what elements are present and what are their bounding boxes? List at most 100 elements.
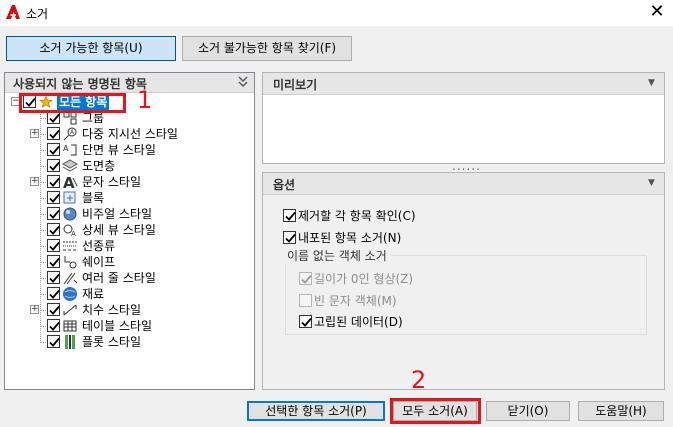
tree-item-checkbox[interactable]: [47, 239, 60, 252]
tree-panel-header: 사용되지 않는 명명된 항목: [5, 73, 254, 93]
tree-item-label: 도면층: [82, 159, 116, 173]
splitter-grip-icon: ......: [452, 159, 481, 173]
plot-style-icon: [62, 334, 78, 350]
autocad-logo-icon: [5, 4, 21, 20]
tree-panel-title: 사용되지 않는 명명된 항목: [13, 77, 147, 91]
material-globe-icon: [62, 286, 78, 302]
tree-item-checkbox[interactable]: [47, 255, 60, 268]
annotation-highlight-purge-all: [390, 398, 481, 424]
tree-item-checkbox[interactable]: [47, 223, 60, 236]
annotation-step-1: 1: [137, 86, 153, 114]
help-button[interactable]: 도움말(H): [578, 401, 664, 421]
expand-toggle[interactable]: +: [30, 177, 39, 186]
preview-header: 미리보기 ▼: [263, 73, 664, 95]
purge-nested-checkbox[interactable]: [283, 231, 296, 244]
layers-icon: [61, 158, 79, 174]
linetype-icon: [62, 238, 78, 254]
tree-item-label: 선종류: [82, 239, 116, 253]
tree-row[interactable]: 도면층: [5, 158, 254, 174]
close-window-button[interactable]: ✕: [645, 1, 669, 23]
options-panel: 옵션 ▼ 제거할 각 항목 확인(C) 내포된 항목 소거(N) 이름 없는 객…: [262, 172, 665, 390]
purge-checked-items-button[interactable]: 선택한 항목 소거(P): [247, 401, 385, 421]
close-button[interactable]: 닫기(O): [486, 401, 570, 421]
purge-nested-label: 내포된 항목 소거(N): [298, 231, 402, 245]
tree-item-checkbox[interactable]: [47, 271, 60, 284]
orphaned-data-label: 고립된 데이터(D): [314, 315, 403, 329]
tree-item-label: 문자 스타일: [82, 175, 142, 189]
collapse-chevron-icon[interactable]: [235, 73, 251, 91]
tree-item-label: 치수 스타일: [82, 303, 142, 317]
tree-row[interactable]: A 상세 뷰 스타일: [5, 222, 254, 238]
tree-item-checkbox[interactable]: [47, 159, 60, 172]
tree-item-checkbox[interactable]: [47, 175, 60, 188]
multiline-icon: [62, 270, 78, 286]
preview-collapse-arrow-icon[interactable]: ▼: [648, 78, 658, 88]
tree-item-checkbox[interactable]: [47, 127, 60, 140]
svg-text:A: A: [71, 230, 76, 238]
tree-row[interactable]: 테이블 스타일: [5, 318, 254, 334]
confirm-each-option[interactable]: 제거할 각 항목 확인(C): [283, 208, 583, 224]
panel-splitter[interactable]: ......: [262, 159, 665, 173]
tree-item-label: 여러 줄 스타일: [82, 271, 156, 285]
purge-nested-option[interactable]: 내포된 항목 소거(N): [283, 230, 583, 246]
orphaned-data-checkbox[interactable]: [299, 315, 312, 328]
preview-panel: 미리보기 ▼: [262, 72, 665, 164]
tree-row[interactable]: 여러 줄 스타일: [5, 270, 254, 286]
empty-text-checkbox: [299, 294, 312, 307]
tab-find-nonpurgeable-items[interactable]: 소거 불가능한 항목 찾기(F): [182, 36, 352, 61]
tree-item-checkbox[interactable]: [47, 319, 60, 332]
tree-row[interactable]: 선종류: [5, 238, 254, 254]
table-icon: [62, 318, 78, 334]
text-style-icon: A: [62, 174, 78, 192]
empty-text-option: 빈 문자 객체(M): [299, 293, 599, 309]
tree-row[interactable]: + 치수 스타일: [5, 302, 254, 318]
tree-item-label: 쉐이프: [82, 255, 116, 269]
tree-item-checkbox[interactable]: [47, 335, 60, 348]
tree-item-label: 블록: [82, 191, 105, 205]
options-header: 옵션 ▼: [263, 173, 664, 195]
confirm-each-label: 제거할 각 항목 확인(C): [298, 209, 416, 223]
tree-row[interactable]: + A 다중 지시선 스타일: [5, 126, 254, 142]
confirm-each-checkbox[interactable]: [283, 209, 296, 222]
tree-item-checkbox[interactable]: [47, 303, 60, 316]
options-collapse-arrow-icon[interactable]: ▼: [648, 178, 658, 188]
tree-item-checkbox[interactable]: [47, 287, 60, 300]
dimension-icon: [62, 302, 78, 318]
svg-text:A: A: [63, 144, 69, 153]
preview-title: 미리보기: [273, 78, 318, 92]
tree-item-checkbox[interactable]: [47, 191, 60, 204]
shape-icon: [62, 254, 78, 270]
detail-view-icon: A: [62, 222, 78, 238]
zero-length-checkbox: [299, 272, 312, 285]
tree-row[interactable]: 재료: [5, 286, 254, 302]
zero-length-label: 길이가 0인 형상(Z): [314, 272, 414, 286]
orphaned-data-option[interactable]: 고립된 데이터(D): [299, 314, 599, 330]
tree-item-label: 상세 뷰 스타일: [82, 223, 156, 237]
expand-toggle[interactable]: +: [30, 305, 39, 314]
window-title: 소거: [26, 7, 49, 21]
tree-item-label: 비주얼 스타일: [82, 207, 153, 221]
annotation-highlight-all-items: [19, 93, 126, 113]
tree-item-checkbox[interactable]: [47, 207, 60, 220]
tree-row[interactable]: + A 문자 스타일: [5, 174, 254, 192]
zero-length-option: 길이가 0인 형상(Z): [299, 271, 599, 287]
options-title: 옵션: [273, 178, 296, 192]
tree-item-checkbox[interactable]: [47, 143, 60, 156]
multileader-icon: A: [62, 126, 78, 142]
tree-row[interactable]: 비주얼 스타일: [5, 206, 254, 222]
tab-purgeable-items[interactable]: 소거 가능한 항목(U): [6, 36, 176, 61]
expand-toggle[interactable]: +: [30, 129, 39, 138]
visual-style-icon: [62, 206, 78, 222]
unnamed-objects-group-title: 이름 없는 객체 소거: [283, 247, 391, 264]
tree-row[interactable]: 쉐이프: [5, 254, 254, 270]
tree-item-label: 플롯 스타일: [82, 335, 142, 349]
empty-text-label: 빈 문자 객체(M): [314, 294, 397, 308]
tree-row[interactable]: A 단면 뷰 스타일: [5, 142, 254, 158]
svg-text:A: A: [63, 174, 75, 190]
named-items-tree-panel: 사용되지 않는 명명된 항목 − 모든 항목 그룹 + A 다중 지시선 스타일 A 단면…: [4, 72, 255, 390]
tree-row[interactable]: 블록: [5, 190, 254, 206]
tree-row[interactable]: 플롯 스타일: [5, 334, 254, 350]
annotation-step-2: 2: [411, 366, 427, 394]
tree-item-label: 테이블 스타일: [82, 319, 153, 333]
section-view-icon: A: [62, 142, 78, 158]
